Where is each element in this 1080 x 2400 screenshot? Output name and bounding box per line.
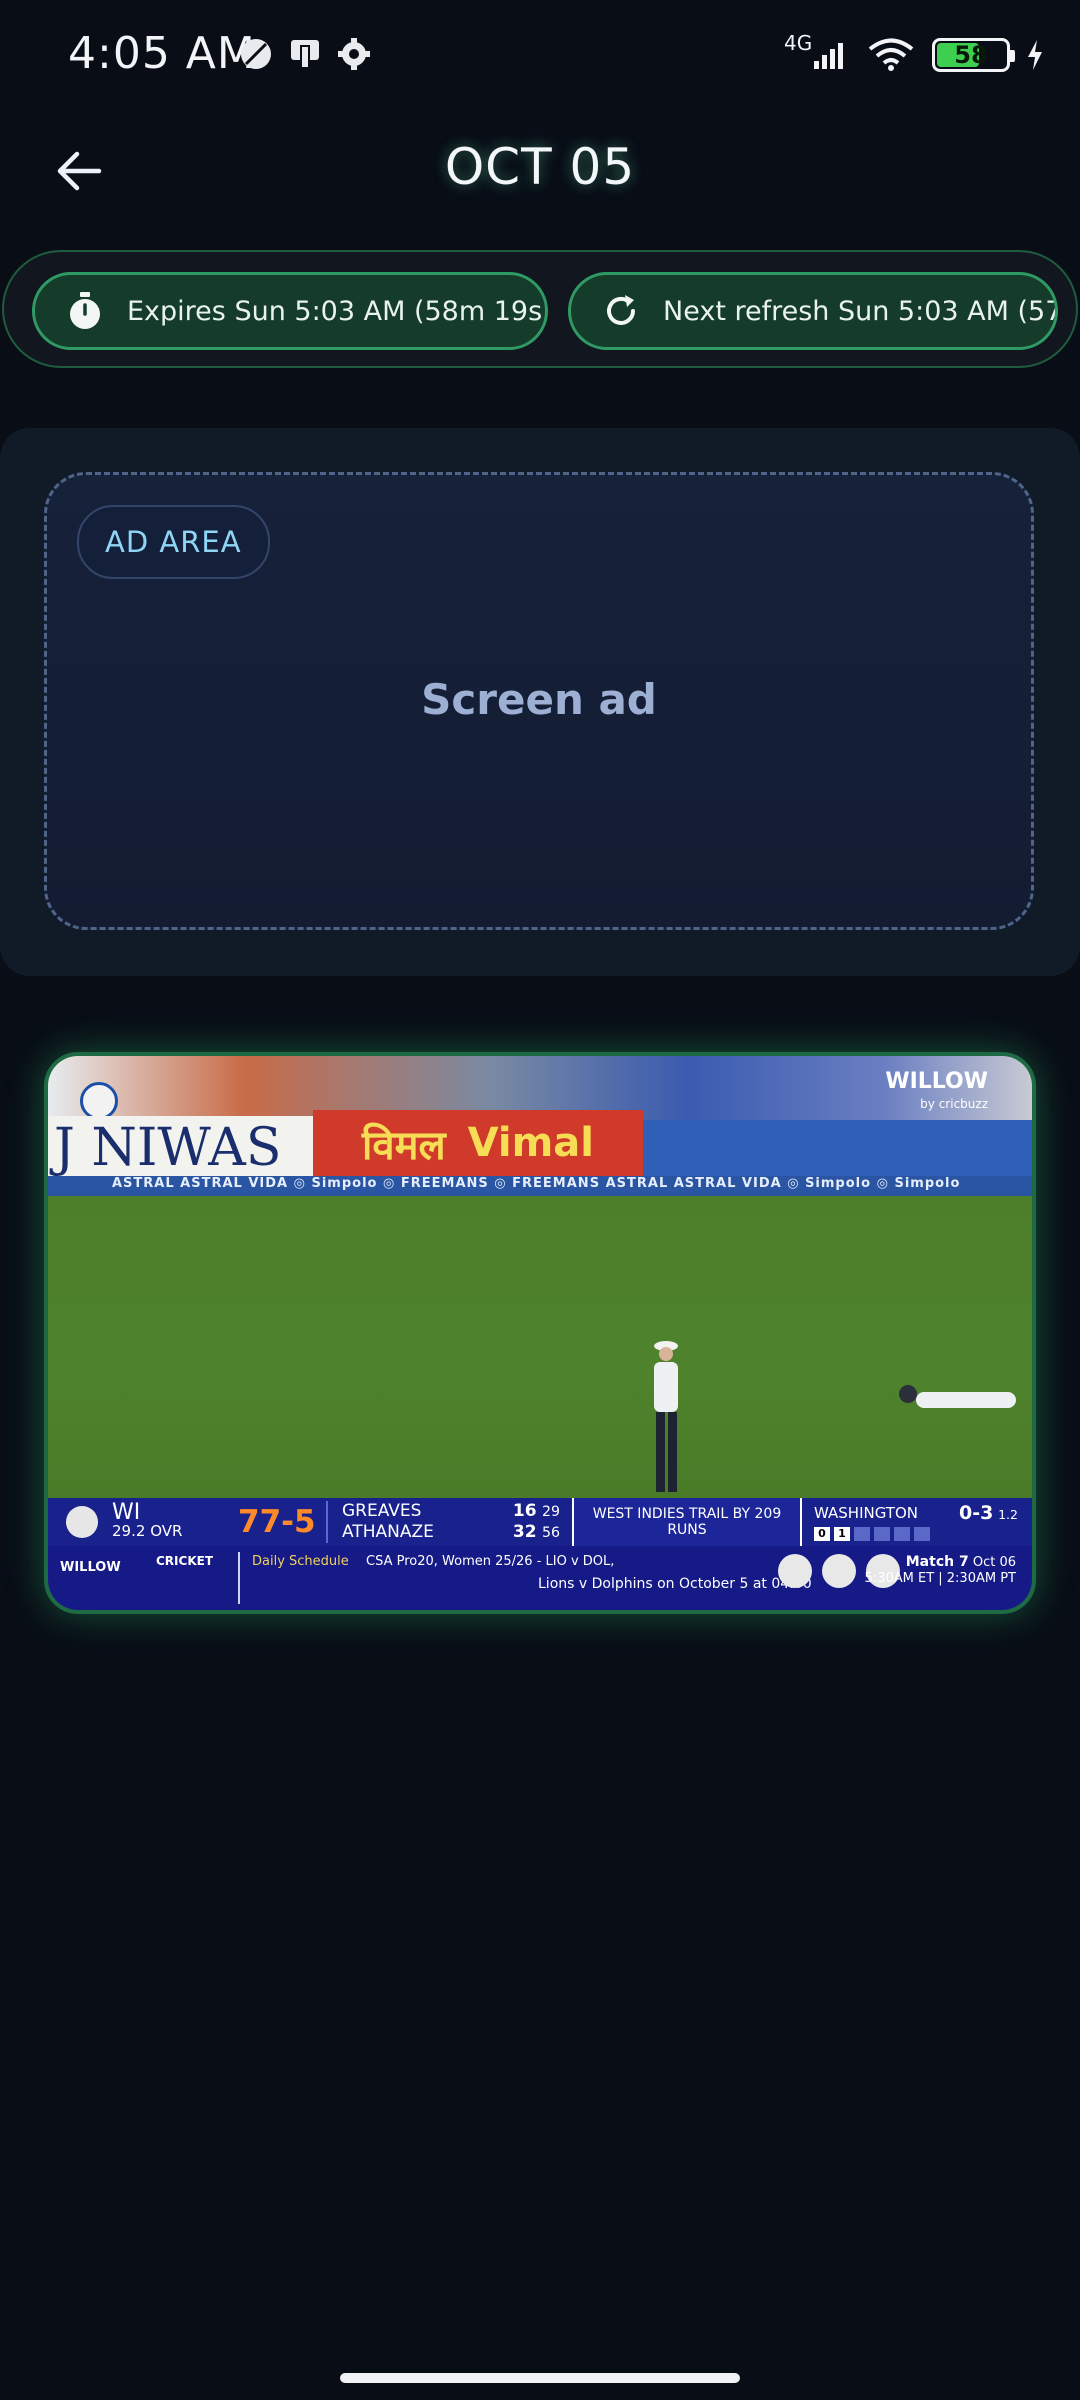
bowler-figures: 0-3 [959,1502,994,1524]
over-balls: 0 1 [814,1527,1032,1541]
team-name: WI [112,1500,141,1525]
ad-board-vimal: विमल Vimal [313,1110,643,1176]
bowler-overs: 1.2 [998,1507,1018,1522]
scorebar: WI 29.2 OVR 77-5 GREAVES 16 29 ATHANAZE 32… [48,1498,1032,1546]
app-header: OCT 05 [0,120,1080,220]
vimal-text: Vimal [467,1120,594,1166]
batters-block: GREAVES 16 29 ATHANAZE 32 56 [326,1501,572,1543]
batter1-balls: 29 [541,1504,560,1520]
ball-2: 1 [834,1527,850,1541]
ticker-line-1: CSA Pro20, Women 25/26 - LIO v DOL, [366,1554,615,1569]
ad-strip: ASTRAL ASTRAL VIDA ◎ Simpolo ◎ FREEMANS … [48,1176,1032,1196]
umpire-figure [654,1341,678,1492]
home-indicator[interactable] [340,2373,740,2383]
ticker-date: Oct 06 [972,1555,1016,1570]
ticker-brand: WILLOW [60,1560,121,1575]
ticker-times: 5:30AM ET | 2:30AM PT [864,1571,1016,1586]
willow-logo-text: WILLOW [885,1069,988,1094]
ball-4 [874,1527,890,1541]
status-notification-icons [238,36,372,72]
bowler-name: WASHINGTON [814,1504,918,1522]
cricket-ball-icon [241,39,271,69]
vimal-hindi-text: विमल [362,1122,446,1169]
team-logo-1 [822,1554,856,1588]
device-icon [291,40,319,69]
fielder-figure [899,1385,1016,1408]
battery-indicator: 58 [932,38,1015,72]
willow-logo-subtext: by cricbuzz [920,1097,988,1111]
batter2-runs: 32 [512,1522,537,1542]
status-system-icons: 4G 58 [784,31,1044,74]
overs-unit: OVR [150,1522,183,1540]
batter2-name: ATHANAZE [342,1522,434,1542]
ball-1: 0 [814,1527,830,1541]
wifi-icon [868,38,914,71]
status-bar: 4:05 AM 4G 58 [0,0,1080,118]
expires-label: Expires Sun 5:03 AM (58m 19s) [127,295,548,327]
cellular-signal-icon: 4G [784,31,850,73]
expires-chip[interactable]: Expires Sun 5:03 AM (58m 19s) [32,272,548,350]
tournament-logo [778,1554,812,1588]
screen-ad-text: Screen ad [421,675,657,724]
ad-card: AD AREA Screen ad [0,428,1080,976]
overs-value: 29.2 [112,1522,146,1540]
ticker-bar: WILLOW CRICKET Daily Schedule CSA Pro20,… [48,1546,1032,1610]
page-title: OCT 05 [444,138,636,196]
willow-logo: WILLOW by cricbuzz [885,1069,988,1114]
next-refresh-chip[interactable]: Next refresh Sun 5:03 AM (57m [568,272,1058,350]
batter2-balls: 56 [541,1525,560,1541]
bcci-logo [80,1082,118,1120]
ticker-line-2: Lions v Dolphins on October 5 at 04:00 [538,1576,812,1592]
ticker-schedule: Daily Schedule [252,1554,349,1569]
ticker-match: Match 7 [905,1554,969,1570]
team-score: 77-5 [238,1504,316,1540]
ad-area-badge: AD AREA [77,505,270,579]
ticker-category: CRICKET [156,1554,213,1568]
battery-cap [1010,50,1015,62]
team-crest [66,1506,98,1538]
charging-bolt-icon [1028,40,1042,70]
ad-board-niwas: J NIWAS [48,1116,313,1180]
ad-area[interactable]: AD AREA Screen ad [44,472,1034,930]
match-situation: WEST INDIES TRAIL BY 209 RUNS [572,1498,802,1546]
battery-level-text: 58 [954,41,988,69]
ticker-divider [238,1552,240,1604]
ad-board-blue [643,1120,1032,1176]
team-block: WI 29.2 OVR [48,1498,238,1546]
batter1-name: GREAVES [342,1501,422,1521]
stopwatch-icon [70,292,100,329]
batter1-runs: 16 [512,1501,537,1521]
next-refresh-label: Next refresh Sun 5:03 AM (57m [663,295,1058,327]
status-time: 4:05 AM [68,28,256,79]
cricket-field [48,1196,1032,1498]
bowler-block: WASHINGTON 0-3 1.2 0 1 [802,1503,1032,1541]
refresh-icon [607,295,635,325]
video-player[interactable]: WILLOW by cricbuzz J NIWAS विमल Vimal AS… [44,1052,1036,1614]
ball-3 [854,1527,870,1541]
ticker-match-info: Match 7 Oct 06 5:30AM ET | 2:30AM PT [865,1554,1016,1587]
ball-6 [914,1527,930,1541]
overs: 29.2 OVR [112,1522,182,1540]
ball-5 [894,1527,910,1541]
status-chips-row[interactable]: Expires Sun 5:03 AM (58m 19s) Next refre… [2,250,1078,368]
settings-gear-icon [338,38,370,70]
